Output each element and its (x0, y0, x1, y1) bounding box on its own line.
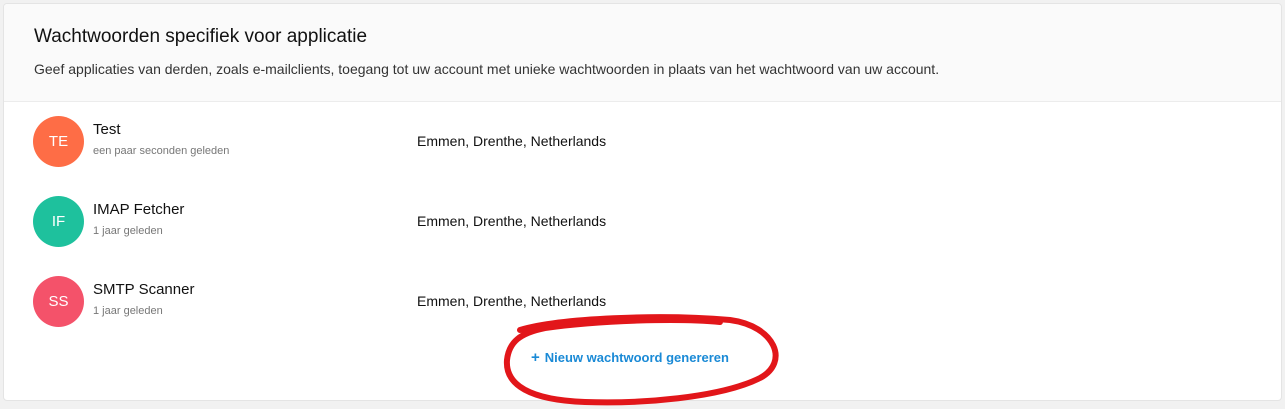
location: Emmen, Drenthe, Netherlands (417, 293, 607, 309)
avatar: SS (33, 276, 84, 327)
panel-header: Wachtwoorden specifiek voor applicatie G… (4, 4, 1281, 102)
created-time: een paar seconden geleden (93, 145, 230, 157)
location: Emmen, Drenthe, Netherlands (417, 213, 607, 229)
app-passwords-panel: Wachtwoorden specifiek voor applicatie G… (3, 3, 1282, 401)
generate-password-button[interactable]: + Nieuw wachtwoord genereren (531, 350, 729, 365)
list-item[interactable]: TE Test een paar seconden geleden Emmen,… (4, 102, 1281, 182)
app-name: SMTP Scanner (93, 281, 195, 298)
list-item[interactable]: SS SMTP Scanner 1 jaar geleden Emmen, Dr… (4, 262, 1281, 342)
plus-icon: + (531, 349, 540, 366)
created-time: 1 jaar geleden (93, 305, 163, 317)
location: Emmen, Drenthe, Netherlands (417, 133, 607, 149)
created-time: 1 jaar geleden (93, 225, 163, 237)
app-name: IMAP Fetcher (93, 201, 185, 218)
avatar: IF (33, 196, 84, 247)
list-item[interactable]: IF IMAP Fetcher 1 jaar geleden Emmen, Dr… (4, 182, 1281, 262)
app-password-list: TE Test een paar seconden geleden Emmen,… (4, 102, 1281, 342)
app-name: Test (93, 121, 121, 138)
section-title: Wachtwoorden specifiek voor applicatie (34, 26, 368, 47)
section-description: Geef applicaties van derden, zoals e-mai… (34, 61, 940, 77)
avatar: TE (33, 116, 84, 167)
generate-password-label: Nieuw wachtwoord genereren (544, 350, 729, 365)
